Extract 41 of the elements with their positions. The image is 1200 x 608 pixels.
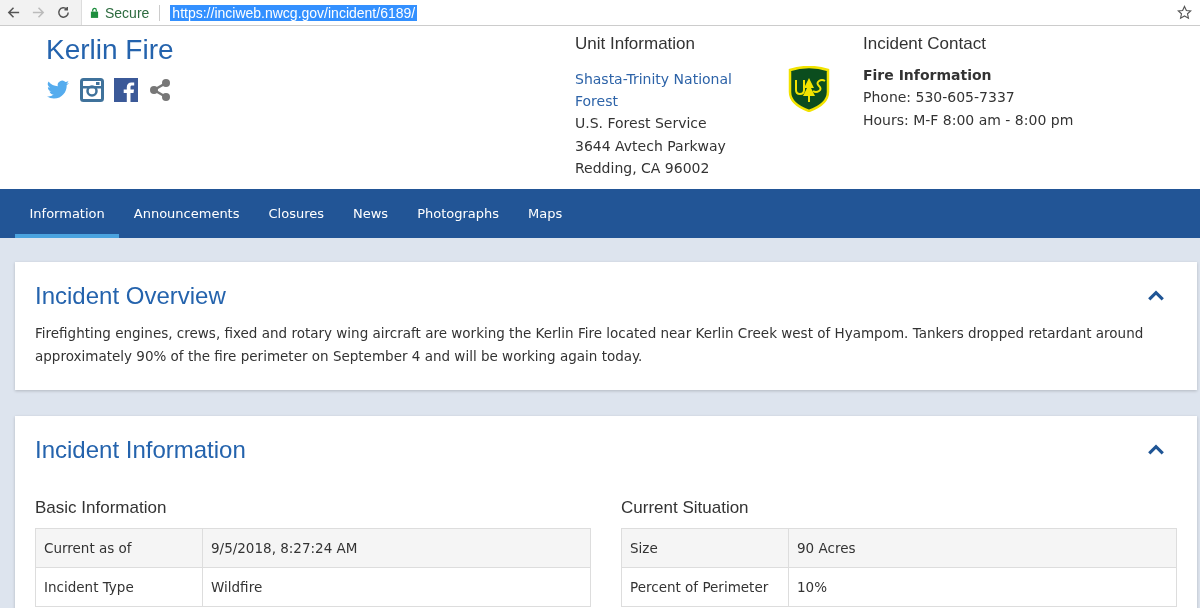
- table-cell: Incident Type: [35, 567, 203, 607]
- table-cell: Current as of: [35, 528, 203, 568]
- nav-tab[interactable]: News: [338, 189, 403, 238]
- contact-line: Phone: 530-605-7337: [863, 88, 1016, 107]
- camera-icon[interactable]: [80, 78, 104, 102]
- table-cell: Percent of Perimeter: [621, 567, 789, 607]
- address-line: U.S. Forest Service: [575, 114, 708, 133]
- table-cell: 90 Acres: [788, 528, 1177, 568]
- nav-tab[interactable]: Closures: [254, 189, 339, 238]
- back-icon[interactable]: [6, 5, 21, 20]
- secure-label: Secure: [105, 4, 150, 21]
- table-cell: Size: [621, 528, 789, 568]
- reload-icon[interactable]: [56, 5, 71, 20]
- chevron-icon[interactable]: [1147, 290, 1165, 302]
- table-cell: 9/5/2018, 8:27:24 AM: [202, 528, 591, 568]
- overview-text: Firefighting engines, crews, fixed and rotary wing aircraft are working the Kerlin Fire located near Kerlin Creek west of Hyampom. Tankers dropped retardant around approximately 90% of the fire perimeter on September 4 and will be working again today.: [35, 324, 1145, 366]
- address-bar[interactable]: Secure https://inciweb.nwcg.gov/incident/6189/: [81, 0, 1200, 25]
- contact-heading: Incident Contact: [863, 34, 987, 54]
- address-line: 3644 Avtech Parkway: [575, 136, 727, 156]
- contact-name: Fire Information: [863, 66, 993, 85]
- bookmark-star-icon[interactable]: [1177, 5, 1192, 20]
- unit-heading: Unit Information: [575, 34, 696, 54]
- table-heading: Current Situation: [621, 498, 750, 518]
- table-cell: Wildfire: [202, 567, 591, 607]
- lock-icon: [90, 7, 99, 18]
- facebook-icon[interactable]: [114, 78, 138, 102]
- table-heading: Basic Information: [35, 498, 168, 518]
- card-title: Incident Information: [35, 436, 246, 464]
- incident-title: Kerlin Fire: [46, 34, 175, 66]
- shield-badge-icon: [787, 66, 831, 112]
- nav-tab[interactable]: Information: [15, 189, 120, 238]
- nav-tab[interactable]: Announcements: [119, 189, 254, 238]
- nav-tab[interactable]: Maps: [513, 189, 577, 238]
- card-title: Incident Overview: [35, 282, 226, 310]
- share-icon[interactable]: [148, 78, 172, 102]
- nav-tab[interactable]: Photographs: [402, 189, 514, 238]
- table-cell: 10%: [788, 567, 1177, 607]
- chevron-icon[interactable]: [1147, 444, 1165, 456]
- unit-link[interactable]: Shasta-Trinity National Forest: [575, 68, 745, 112]
- address-line: Redding, CA 96002: [575, 159, 711, 178]
- contact-line: Hours: M-F 8:00 am - 8:00 pm: [863, 110, 1074, 130]
